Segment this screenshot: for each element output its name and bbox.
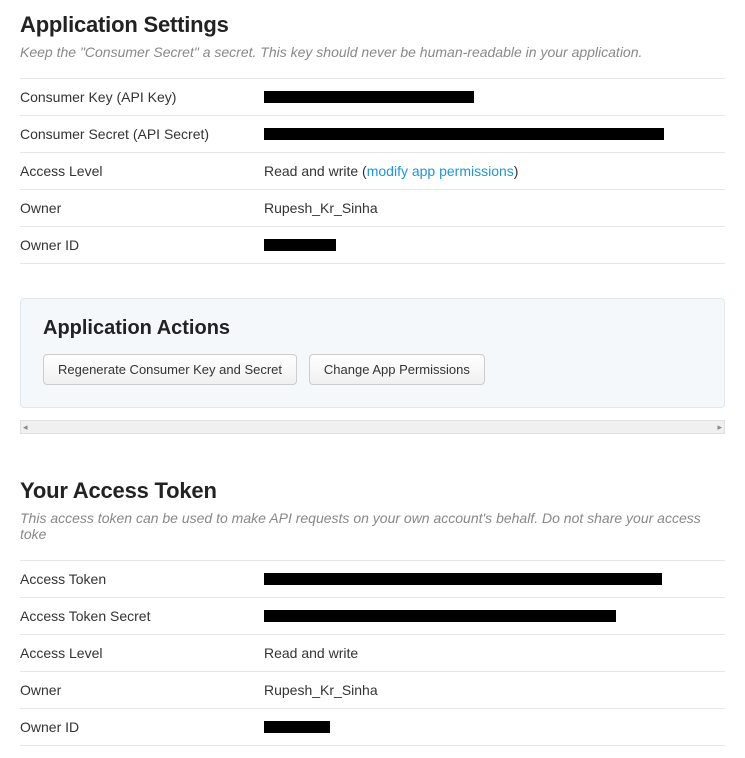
redacted-value <box>264 239 336 251</box>
redacted-value <box>264 91 474 103</box>
access-token-secret-label: Access Token Secret <box>20 608 264 624</box>
access-token-label: Access Token <box>20 571 264 587</box>
consumer-secret-value <box>264 128 725 140</box>
token-access-level-label: Access Level <box>20 645 264 661</box>
consumer-key-label: Consumer Key (API Key) <box>20 89 264 105</box>
application-settings-subtitle: Keep the "Consumer Secret" a secret. Thi… <box>20 44 725 60</box>
application-settings-title: Application Settings <box>20 12 725 38</box>
token-owner-id-label: Owner ID <box>20 719 264 735</box>
modify-app-permissions-link[interactable]: modify app permissions <box>367 163 514 179</box>
access-level-row: Access Level Read and write (modify app … <box>20 153 725 190</box>
scroll-right-icon[interactable]: ▸ <box>717 422 722 433</box>
redacted-value <box>264 573 662 585</box>
token-owner-id-value <box>264 721 725 733</box>
access-token-secret-value <box>264 610 725 622</box>
horizontal-scrollbar[interactable]: ◂ ▸ <box>20 420 725 434</box>
redacted-value <box>264 610 616 622</box>
token-owner-id-row: Owner ID <box>20 709 725 746</box>
redacted-value <box>264 721 330 733</box>
access-token-value <box>264 573 725 585</box>
owner-row: Owner Rupesh_Kr_Sinha <box>20 190 725 227</box>
access-token-row: Access Token <box>20 560 725 598</box>
scroll-left-icon[interactable]: ◂ <box>23 422 28 433</box>
access-token-subtitle: This access token can be used to make AP… <box>20 510 725 542</box>
owner-id-label: Owner ID <box>20 237 264 253</box>
access-level-label: Access Level <box>20 163 264 179</box>
access-token-secret-row: Access Token Secret <box>20 598 725 635</box>
regenerate-consumer-key-button[interactable]: Regenerate Consumer Key and Secret <box>43 354 297 385</box>
application-actions-panel: Application Actions Regenerate Consumer … <box>20 298 725 408</box>
token-owner-row: Owner Rupesh_Kr_Sinha <box>20 672 725 709</box>
token-owner-label: Owner <box>20 682 264 698</box>
application-settings-table: Consumer Key (API Key) Consumer Secret (… <box>20 78 725 264</box>
owner-id-row: Owner ID <box>20 227 725 264</box>
owner-value: Rupesh_Kr_Sinha <box>264 200 725 216</box>
token-access-level-row: Access Level Read and write <box>20 635 725 672</box>
consumer-secret-label: Consumer Secret (API Secret) <box>20 126 264 142</box>
access-level-text: Read and write ( <box>264 163 367 179</box>
consumer-key-value <box>264 91 725 103</box>
access-level-suffix: ) <box>514 163 519 179</box>
access-token-title: Your Access Token <box>20 478 725 504</box>
redacted-value <box>264 128 664 140</box>
consumer-key-row: Consumer Key (API Key) <box>20 78 725 116</box>
change-app-permissions-button[interactable]: Change App Permissions <box>309 354 485 385</box>
owner-id-value <box>264 239 725 251</box>
owner-label: Owner <box>20 200 264 216</box>
access-level-value: Read and write (modify app permissions) <box>264 163 725 179</box>
token-access-level-value: Read and write <box>264 645 725 661</box>
application-actions-title: Application Actions <box>43 317 702 340</box>
consumer-secret-row: Consumer Secret (API Secret) <box>20 116 725 153</box>
access-token-table: Access Token Access Token Secret Access … <box>20 560 725 746</box>
token-owner-value: Rupesh_Kr_Sinha <box>264 682 725 698</box>
